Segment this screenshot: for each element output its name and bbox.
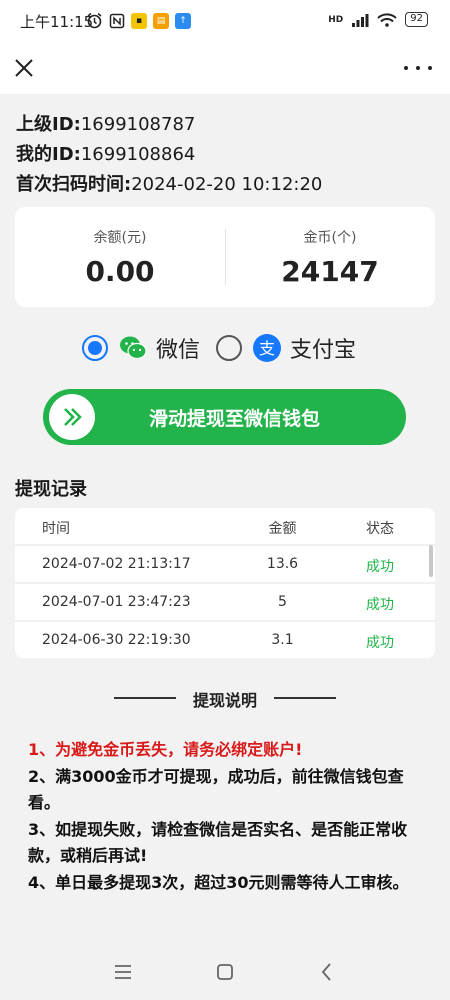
records-title: 提现记录 [15,479,87,500]
status-system-icons: HD 92 [328,12,428,27]
record-time: 2024-07-02 21:13:17 [42,556,191,572]
home-icon [217,964,233,980]
system-nav-bar [0,944,450,1000]
menu-icon [115,965,131,979]
home-button[interactable] [210,960,240,984]
payment-method-selector: 微信 支 支付宝 [82,330,356,366]
record-time: 2024-06-30 22:19:30 [42,632,191,648]
first-scan-row: 首次扫码时间:2024-02-20 10:12:20 [16,170,322,200]
menu-button[interactable] [108,960,138,984]
wechat-icon [120,336,147,360]
record-amount: 13.6 [266,556,299,572]
wechat-radio[interactable] [82,335,108,361]
status-notification-icons: ▪ ▤ ↑ [86,12,191,29]
back-icon [321,963,331,981]
record-amount: 3.1 [271,632,294,648]
coins-label: 金币(个) [303,230,357,246]
records-header-row: 时间 金额 状态 [15,508,435,546]
explanation-title: 提现说明 [192,691,257,710]
top-bar [0,44,450,94]
close-icon [15,59,33,77]
table-row: 2024-07-02 21:13:17 13.6 成功 [15,546,435,584]
status-time: 上午11:15 [20,13,94,31]
alipay-icon: 支 [253,334,282,362]
status-bar: 上午11:15 ▪ ▤ ↑ HD 92 [0,0,450,44]
wechat-label[interactable]: 微信 [156,332,200,364]
account-info: 上级ID:1699108787 我的ID:1699108864 首次扫码时间:2… [16,110,322,200]
explanation-header: 提现说明 [0,686,450,710]
svg-text:支: 支 [259,339,275,358]
rule-item: 4、单日最多提现3次，超过30元则需等待人工审核。 [28,872,409,892]
records-scrollbar[interactable] [429,545,433,577]
parent-id-value: 1699108787 [80,114,196,135]
upload-icon: ↑ [175,12,191,29]
more-icon [404,66,408,70]
slide-withdraw-label: 滑动提现至微信钱包 [148,408,320,430]
parent-id-row: 上级ID:1699108787 [16,110,322,140]
wifi-icon [377,12,397,27]
network-type: HD [328,14,344,25]
alipay-radio[interactable] [216,335,243,361]
record-time: 2024-07-01 23:47:23 [42,594,191,610]
rule-item: 3、如提现失败，请检查微信是否实名、是否能正常收款，或稍后再试! [28,819,408,866]
coins-column: 金币(个) 24147 [225,207,435,307]
signal-icon [352,13,369,27]
table-row: 2024-06-30 22:19:30 3.1 成功 [15,622,435,658]
balance-value: 0.00 [85,255,155,288]
first-scan-label: 首次扫码时间: [16,174,132,195]
record-amount: 5 [278,594,287,610]
record-status: 成功 [366,597,394,613]
my-id-value: 1699108864 [80,144,196,165]
header-status: 状态 [366,521,394,537]
rule-item: 1、为避免金币丢失，请务必绑定账户! [28,740,303,759]
header-amount: 金额 [268,521,297,537]
parent-id-label: 上级ID: [16,114,81,135]
header-time: 时间 [42,521,70,537]
balance-card: 余额(元) 0.00 金币(个) 24147 [15,207,435,307]
nfc-icon [109,13,125,28]
my-id-label: 我的ID: [16,144,81,165]
explanation-rules: 1、为避免金币丢失，请务必绑定账户! 2、满3000金币才可提现，成功后，前往微… [28,737,428,896]
balance-column: 余额(元) 0.00 [15,207,225,307]
more-button[interactable] [404,56,432,80]
slide-withdraw-button[interactable]: 滑动提现至微信钱包 [43,389,406,445]
balance-label: 余额(元) [93,230,147,246]
close-button[interactable] [10,54,38,82]
record-status: 成功 [366,559,394,575]
rule-item: 2、满3000金币才可提现，成功后，前往微信钱包查看。 [28,766,404,813]
message-icon: ▤ [153,12,169,29]
alipay-label[interactable]: 支付宝 [290,332,356,364]
back-button[interactable] [312,960,342,984]
records-table[interactable]: 时间 金额 状态 2024-07-02 21:13:17 13.6 成功 202… [15,508,435,658]
record-status: 成功 [366,635,394,651]
my-id-row: 我的ID:1699108864 [16,140,322,170]
battery-icon: 92 [405,12,428,27]
explanation-line-right [274,697,336,699]
app-notification-icon: ▪ [131,12,147,29]
first-scan-value: 2024-02-20 10:12:20 [131,174,323,195]
table-row: 2024-07-01 23:47:23 5 成功 [15,584,435,622]
alarm-icon [87,12,102,29]
coins-value: 24147 [281,255,379,288]
